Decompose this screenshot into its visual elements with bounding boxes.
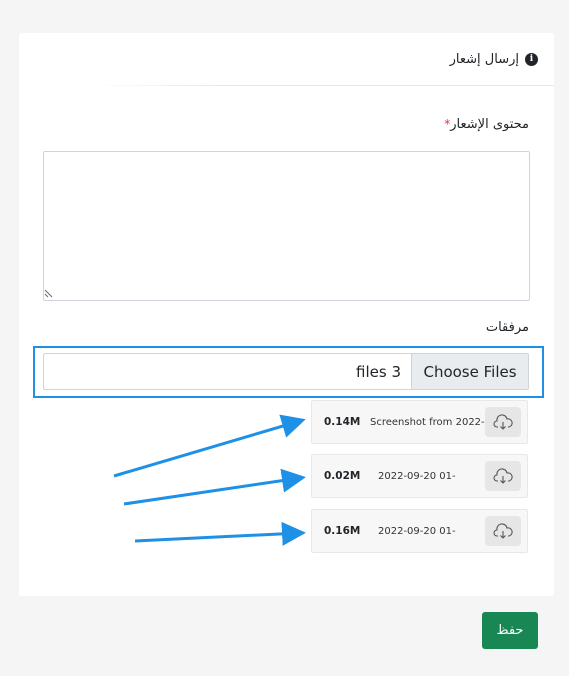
download-button[interactable] bbox=[485, 516, 521, 546]
content-label: محتوى الإشعار* bbox=[440, 117, 529, 132]
attachment-name: 2022-09-20 01- bbox=[378, 525, 456, 537]
attachment-item: 0.02M 2022-09-20 01- bbox=[311, 454, 528, 498]
attachment-size: 0.16M bbox=[324, 525, 361, 537]
cloud-download-icon bbox=[493, 468, 513, 484]
file-input[interactable]: Choose Files 3 files bbox=[43, 353, 529, 390]
download-button[interactable] bbox=[485, 461, 521, 491]
notification-card: i إرسال إشعار محتوى الإشعار* مرفقات Choo… bbox=[19, 33, 554, 596]
attachment-item: 0.14M Screenshot from 2022- bbox=[311, 400, 528, 444]
content-label-text: محتوى الإشعار bbox=[450, 117, 529, 132]
files-selected-text: 3 files bbox=[356, 362, 401, 381]
attachment-item: 0.16M 2022-09-20 01- bbox=[311, 509, 528, 553]
resize-grip-icon[interactable] bbox=[44, 289, 53, 298]
info-icon: i bbox=[525, 52, 538, 66]
card-header: i إرسال إشعار bbox=[19, 33, 554, 85]
download-button[interactable] bbox=[485, 407, 521, 437]
attachment-size: 0.02M bbox=[324, 470, 361, 482]
card-title: إرسال إشعار bbox=[449, 51, 519, 67]
cloud-download-icon bbox=[493, 414, 513, 430]
attachments-label: مرفقات bbox=[485, 320, 529, 335]
header-divider bbox=[89, 85, 554, 86]
attachment-name: Screenshot from 2022- bbox=[370, 416, 485, 428]
content-textarea[interactable] bbox=[43, 151, 530, 301]
attachment-name: 2022-09-20 01- bbox=[378, 470, 456, 482]
choose-files-button[interactable]: Choose Files bbox=[411, 354, 528, 389]
attachment-size: 0.14M bbox=[324, 416, 361, 428]
save-button[interactable]: حفظ bbox=[482, 612, 538, 649]
cloud-download-icon bbox=[493, 523, 513, 539]
